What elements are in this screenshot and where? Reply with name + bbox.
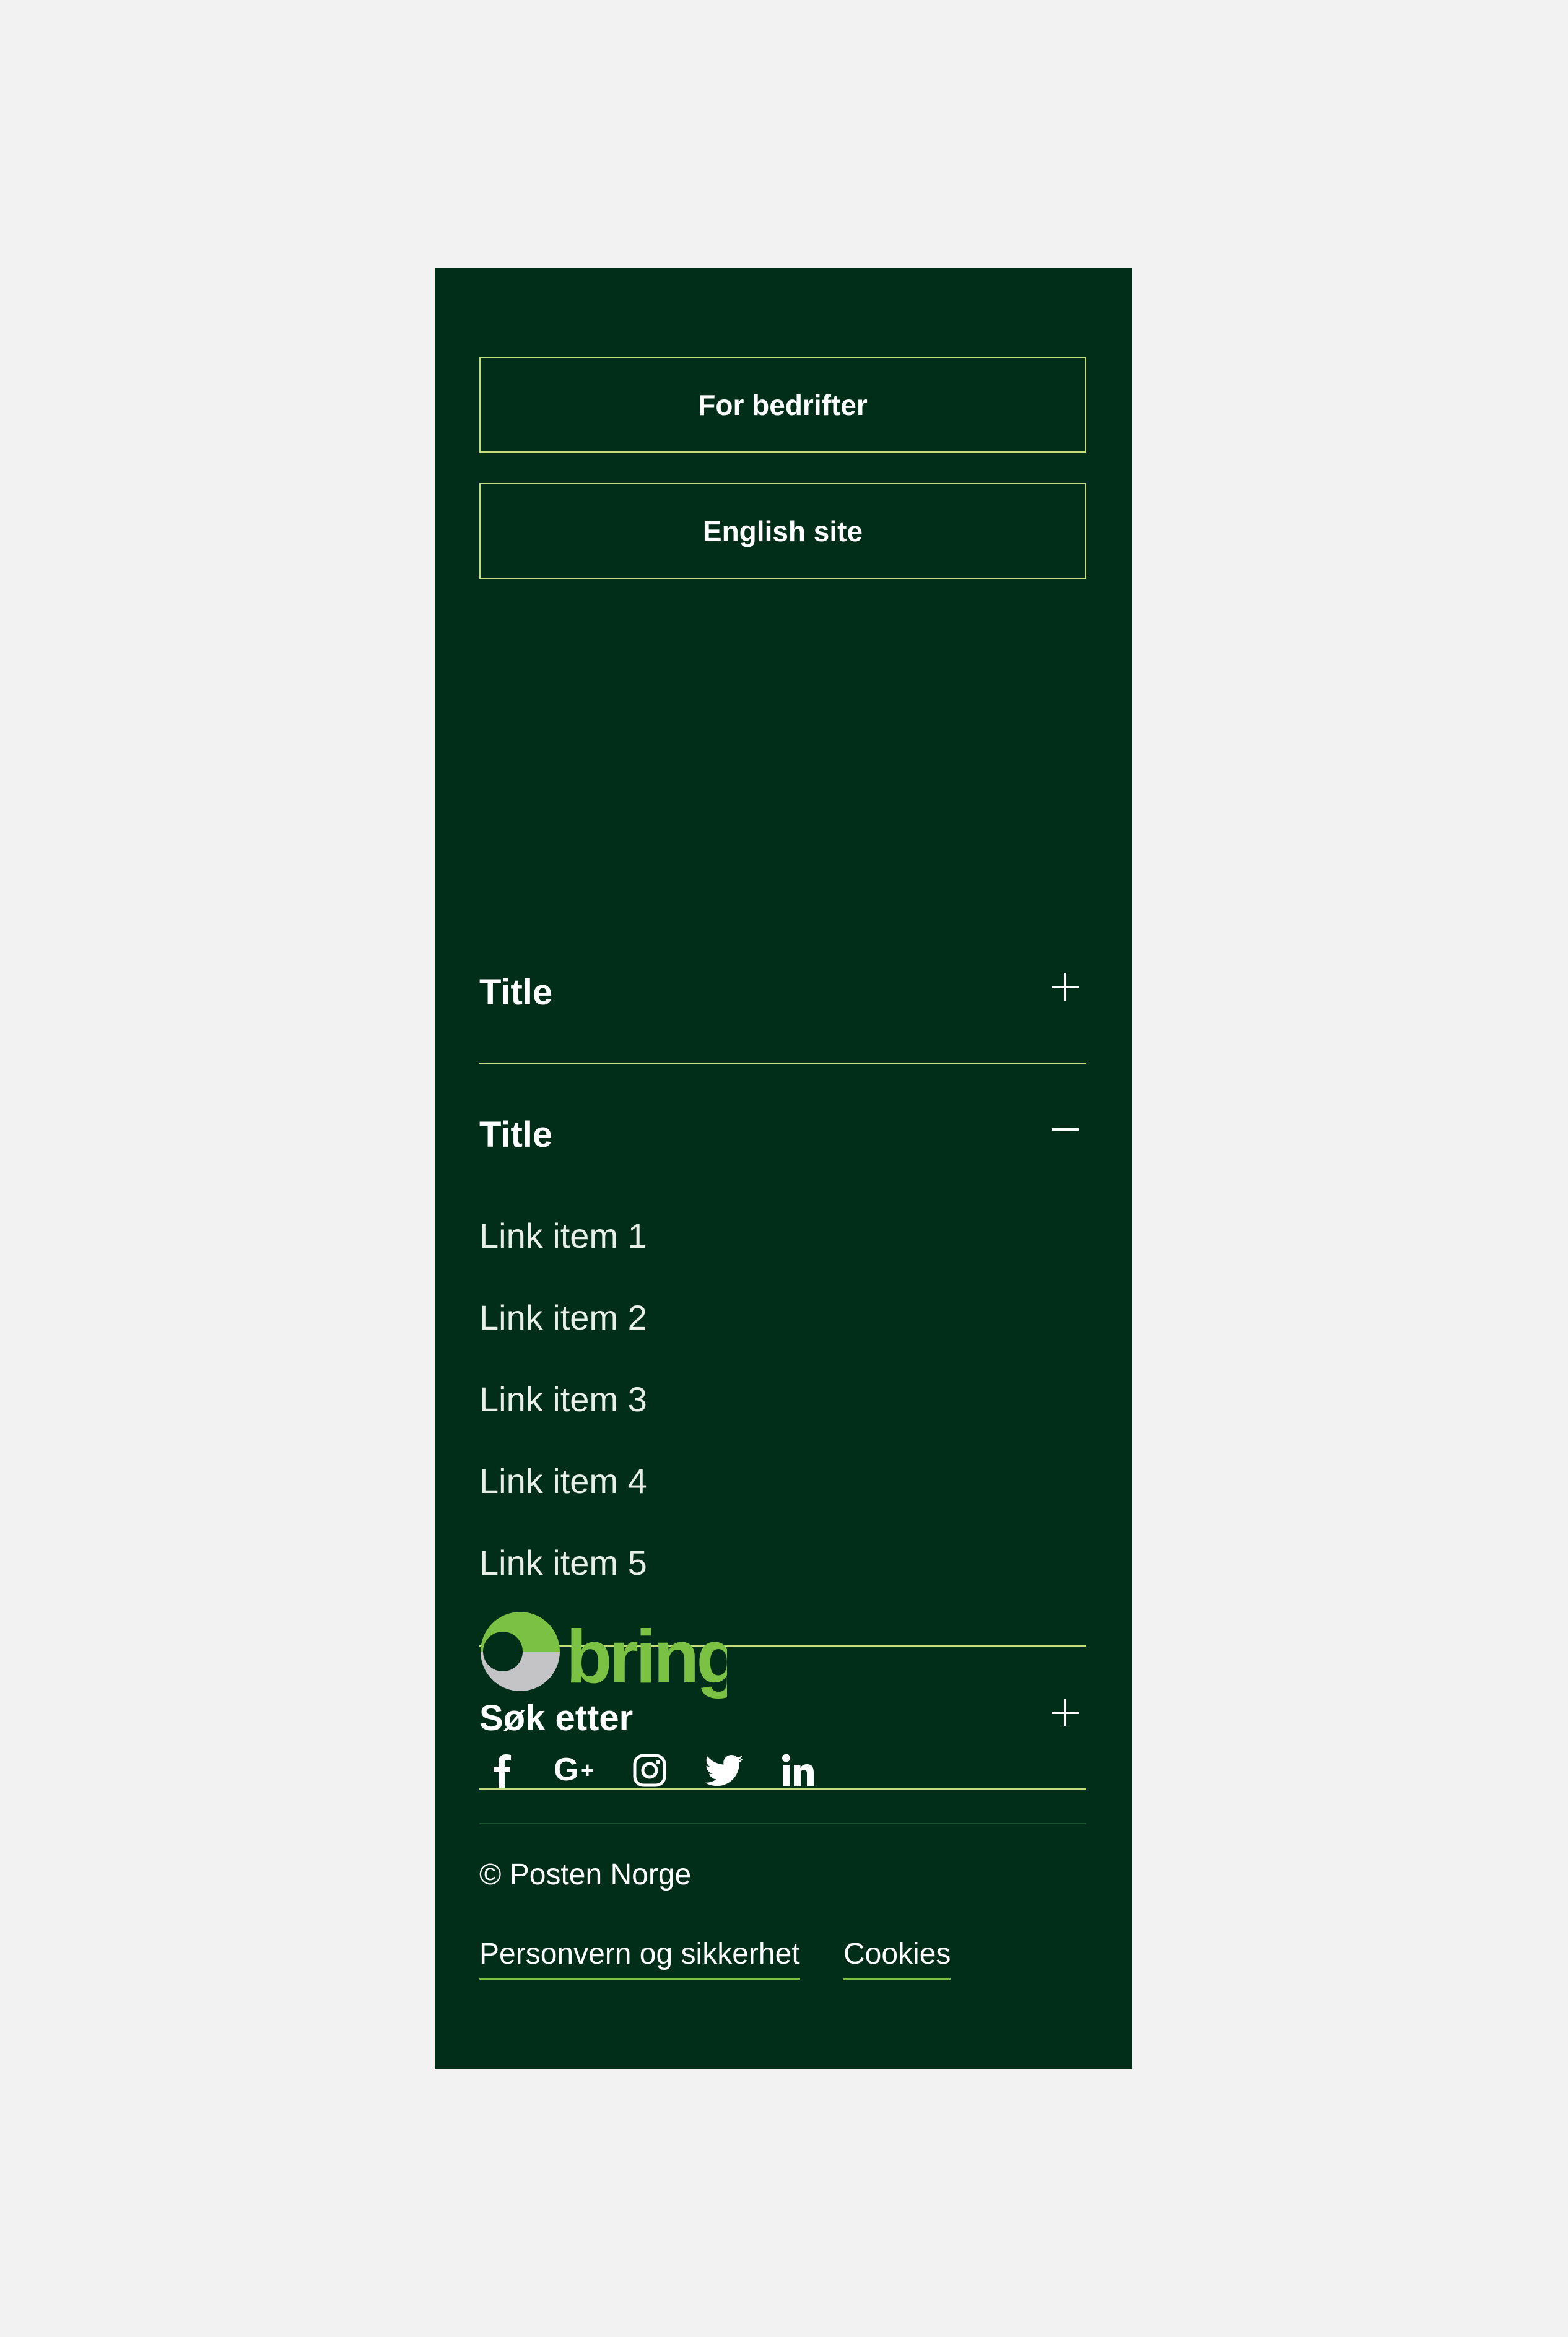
facebook-icon[interactable] [479, 1749, 523, 1792]
footer-bottom: bring G + © Posten Norge Personvern og s… [435, 268, 1132, 2069]
twitter-icon[interactable] [702, 1749, 746, 1792]
svg-text:G: G [554, 1753, 578, 1788]
svg-text:+: + [581, 1757, 594, 1783]
linkedin-icon[interactable] [777, 1749, 820, 1792]
cookies-link[interactable]: Cookies [843, 1939, 951, 1980]
privacy-link[interactable]: Personvern og sikkerhet [479, 1939, 800, 1980]
bring-logo[interactable]: bring [479, 1611, 727, 1710]
footer-divider [479, 1823, 1086, 1824]
google-plus-icon[interactable]: G + [552, 1749, 604, 1792]
copyright-text: © Posten Norge [479, 1858, 692, 1891]
instagram-icon[interactable] [628, 1749, 671, 1792]
bring-logo-text: bring [566, 1614, 727, 1699]
